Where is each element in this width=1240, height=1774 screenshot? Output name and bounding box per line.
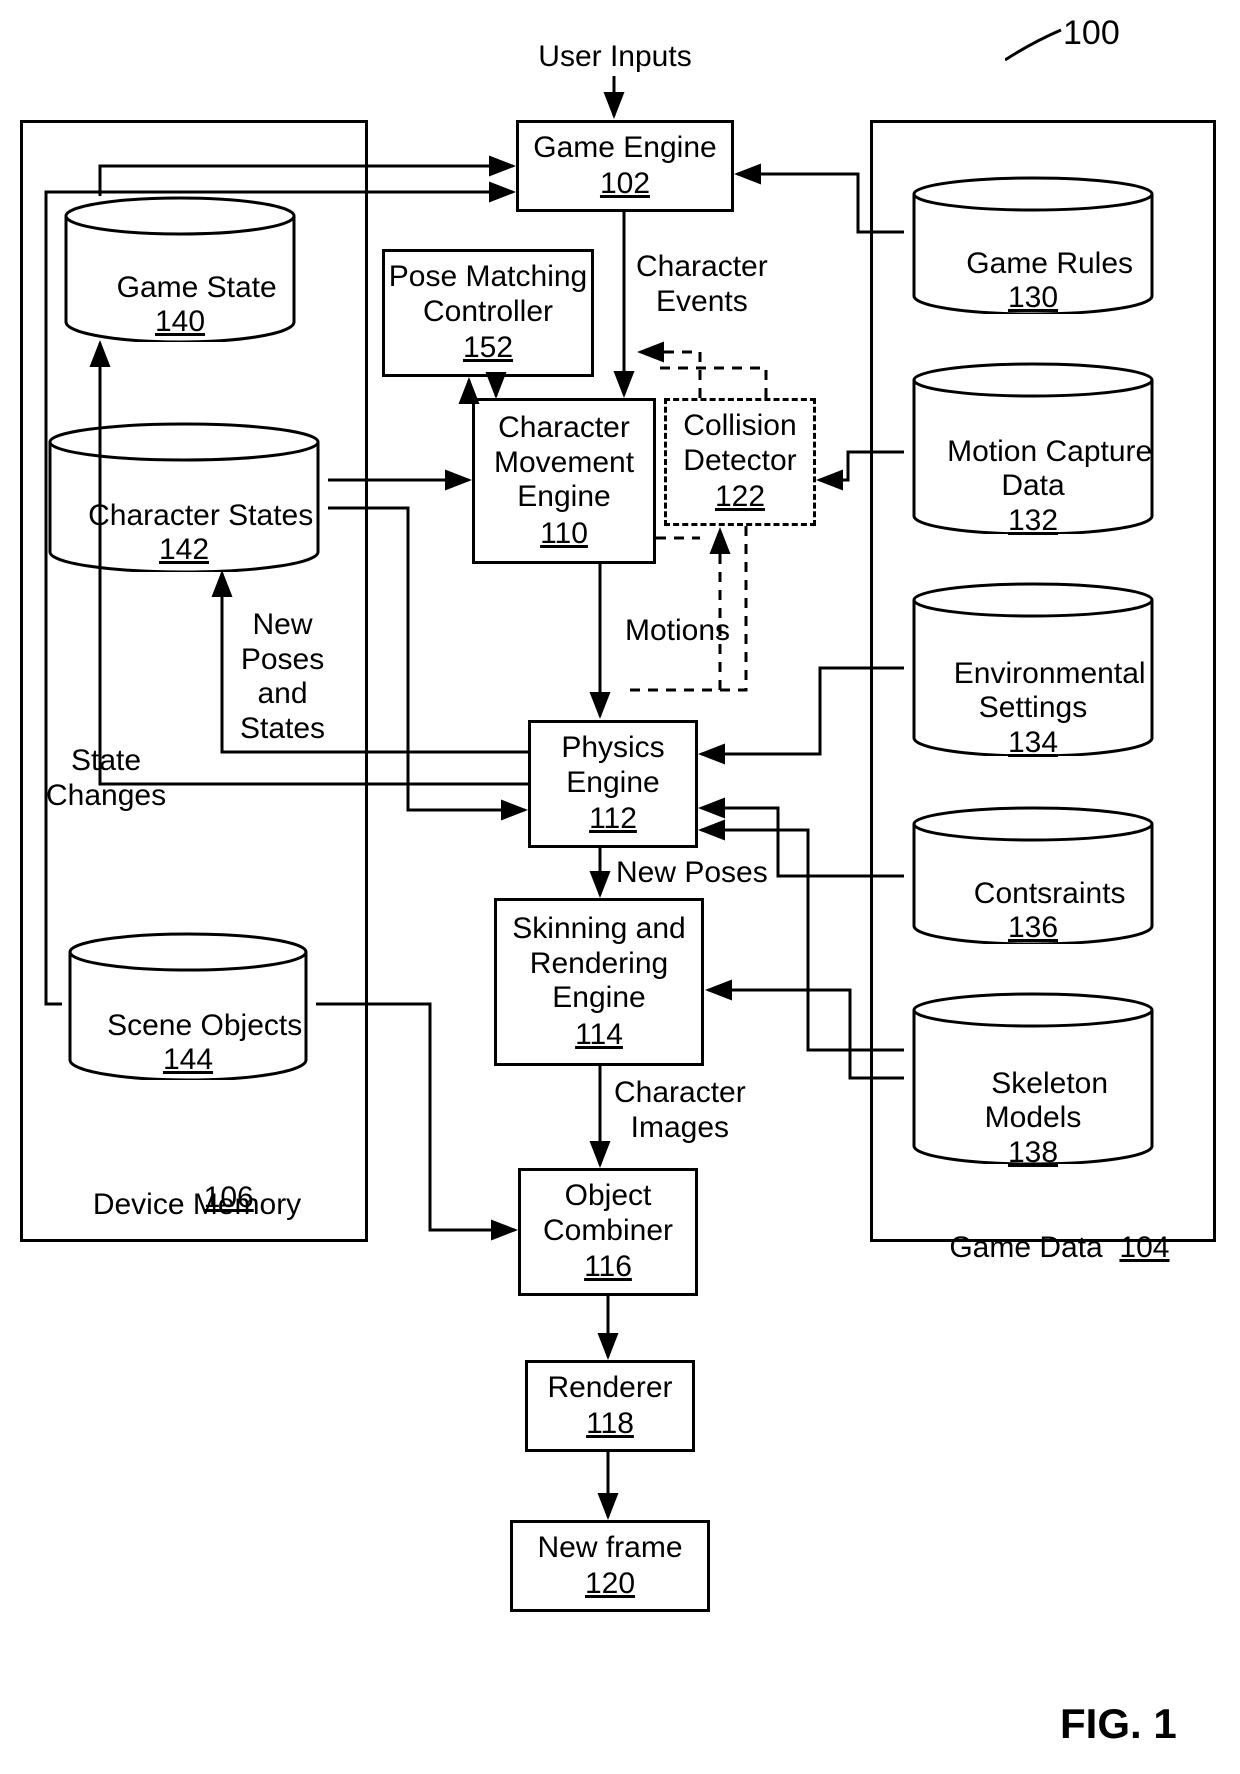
character-movement-engine-ref: 110 [540,517,588,552]
new-frame-title: New frame [537,1531,682,1566]
user-inputs-label: User Inputs [525,40,705,75]
character-images-label: CharacterImages [614,1076,746,1145]
physics-engine-title: PhysicsEngine [561,731,664,800]
figure-reference-number: 100 [1063,14,1120,53]
skinning-rendering-engine-ref: 114 [575,1018,623,1053]
object-combiner-title: ObjectCombiner [543,1179,673,1248]
new-frame-box: New frame 120 [510,1520,710,1612]
new-poses-label: New Poses [616,856,768,891]
pose-matching-controller-ref: 152 [463,331,513,366]
collision-detector-ref: 122 [715,480,765,515]
skinning-rendering-engine-box: Skinning andRenderingEngine 114 [494,898,704,1066]
character-movement-engine-box: CharacterMovementEngine 110 [472,398,656,564]
physics-engine-ref: 112 [589,802,637,837]
motion-capture-label: Motion CaptureData132 [904,400,1162,573]
new-frame-ref: 120 [585,1567,635,1602]
character-states-label: Character States142 [40,464,328,602]
env-settings-label: EnvironmentalSettings134 [904,622,1162,795]
state-changes-label: StateChanges [46,744,166,813]
motions-label: Motions [625,614,730,649]
collision-detector-title: CollisionDetector [683,409,796,478]
character-movement-engine-title: CharacterMovementEngine [494,411,634,515]
object-combiner-box: ObjectCombiner 116 [518,1168,698,1296]
scene-objects-label: Scene Objects144 [60,974,316,1112]
constraints-label: Contsraints136 [904,842,1162,980]
physics-engine-box: PhysicsEngine 112 [528,720,698,848]
renderer-ref: 118 [586,1407,634,1442]
pose-matching-controller-box: Pose MatchingController 152 [382,249,594,377]
game-engine-box: Game Engine 102 [516,120,734,212]
new-poses-states-label: NewPosesandStates [240,608,325,746]
game-data-title: Game Data 104 [916,1196,1169,1300]
object-combiner-ref: 116 [584,1250,632,1285]
renderer-box: Renderer 118 [525,1360,695,1452]
renderer-title: Renderer [547,1371,672,1406]
game-state-label: Game State140 [56,236,304,374]
pose-matching-controller-title: Pose MatchingController [389,260,587,329]
game-engine-title: Game Engine [533,131,716,166]
device-memory-title: Device Memory [82,1188,312,1223]
collision-detector-box: CollisionDetector 122 [664,398,816,526]
game-rules-label: Game Rules130 [904,212,1162,350]
game-engine-ref: 102 [600,167,650,202]
diagram-canvas: 100 FIG. 1 Game State140 Character State… [0,0,1240,1774]
figure-title: FIG. 1 [1060,1700,1177,1748]
character-events-label: CharacterEvents [636,250,768,319]
skinning-rendering-engine-title: Skinning andRenderingEngine [512,912,685,1016]
skeleton-models-label: SkeletonModels138 [904,1032,1162,1205]
